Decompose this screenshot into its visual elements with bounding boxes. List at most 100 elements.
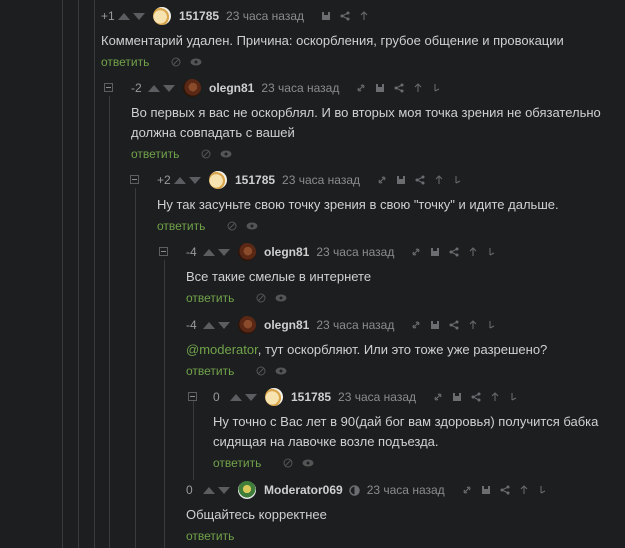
jump-down-icon[interactable] xyxy=(432,83,442,93)
save-icon[interactable] xyxy=(430,247,440,257)
upvote-icon[interactable] xyxy=(230,393,242,401)
reply-button[interactable]: ответить xyxy=(213,456,261,470)
avatar[interactable] xyxy=(238,316,256,334)
link-icon[interactable] xyxy=(462,485,472,495)
save-icon[interactable] xyxy=(452,392,462,402)
jump-down-icon[interactable] xyxy=(487,320,497,330)
avatar[interactable] xyxy=(265,388,283,406)
reply-button[interactable]: ответить xyxy=(186,364,234,378)
jump-down-icon[interactable] xyxy=(453,175,463,185)
avatar[interactable] xyxy=(153,7,171,25)
thread-line xyxy=(62,0,63,548)
reply-button[interactable]: ответить xyxy=(131,147,179,161)
author-name[interactable]: 151785 xyxy=(235,173,275,187)
eye-icon[interactable] xyxy=(190,58,202,66)
hide-icon[interactable] xyxy=(283,458,293,468)
downvote-icon[interactable] xyxy=(163,84,175,92)
jump-up-icon[interactable] xyxy=(490,392,500,402)
downvote-icon[interactable] xyxy=(218,321,230,329)
upvote-icon[interactable] xyxy=(203,248,215,256)
jump-down-icon[interactable] xyxy=(487,247,497,257)
collapse-toggle[interactable] xyxy=(104,83,113,92)
timestamp[interactable]: 23 часа назад xyxy=(316,318,394,332)
comment-text: Все такие смелые в интернете xyxy=(186,269,372,284)
link-icon[interactable] xyxy=(411,247,421,257)
timestamp[interactable]: 23 часа назад xyxy=(338,390,416,404)
eye-icon[interactable] xyxy=(302,459,314,467)
timestamp[interactable]: 23 часа назад xyxy=(316,245,394,259)
moderator-mention-link[interactable]: @moderator xyxy=(186,342,258,357)
author-name[interactable]: olegn81 xyxy=(264,318,309,332)
hide-icon[interactable] xyxy=(256,366,266,376)
upvote-icon[interactable] xyxy=(174,176,186,184)
timestamp[interactable]: 23 часа назад xyxy=(367,483,445,497)
share-icon[interactable] xyxy=(471,392,481,402)
hide-icon[interactable] xyxy=(256,293,266,303)
comment-text: Ну так засуньте свою точку зрения в свою… xyxy=(157,197,559,212)
avatar[interactable] xyxy=(183,79,201,97)
collapse-toggle[interactable] xyxy=(130,175,139,184)
eye-icon[interactable] xyxy=(220,150,232,158)
jump-up-icon[interactable] xyxy=(468,320,478,330)
author-name[interactable]: olegn81 xyxy=(264,245,309,259)
hide-icon[interactable] xyxy=(171,57,181,67)
link-icon[interactable] xyxy=(411,320,421,330)
share-icon[interactable] xyxy=(340,11,350,21)
jump-down-icon[interactable] xyxy=(538,485,548,495)
jump-up-icon[interactable] xyxy=(468,247,478,257)
timestamp[interactable]: 23 часа назад xyxy=(282,173,360,187)
save-icon[interactable] xyxy=(481,485,491,495)
downvote-icon[interactable] xyxy=(218,248,230,256)
reply-button[interactable]: ответить xyxy=(157,219,205,233)
downvote-icon[interactable] xyxy=(189,176,201,184)
share-icon[interactable] xyxy=(500,485,510,495)
rating: +1 xyxy=(101,9,115,23)
upvote-icon[interactable] xyxy=(148,84,160,92)
eye-icon[interactable] xyxy=(246,222,258,230)
avatar[interactable] xyxy=(238,243,256,261)
collapse-toggle[interactable] xyxy=(159,247,168,256)
jump-up-icon[interactable] xyxy=(434,175,444,185)
link-icon[interactable] xyxy=(433,392,443,402)
author-name[interactable]: 151785 xyxy=(291,390,331,404)
avatar[interactable] xyxy=(238,481,256,499)
save-icon[interactable] xyxy=(375,83,385,93)
avatar[interactable] xyxy=(209,171,227,189)
author-name[interactable]: 151785 xyxy=(179,9,219,23)
jump-down-icon[interactable] xyxy=(509,392,519,402)
upvote-icon[interactable] xyxy=(118,12,130,20)
link-icon[interactable] xyxy=(356,83,366,93)
reply-button[interactable]: ответить xyxy=(186,529,234,543)
reply-button[interactable]: ответить xyxy=(186,291,234,305)
jump-up-icon[interactable] xyxy=(413,83,423,93)
rating: -4 xyxy=(186,318,197,332)
downvote-icon[interactable] xyxy=(218,486,230,494)
save-icon[interactable] xyxy=(321,11,331,21)
share-icon[interactable] xyxy=(449,320,459,330)
comment-text: Комментарий удален. Причина: оскорбления… xyxy=(101,33,564,48)
jump-up-icon[interactable] xyxy=(519,485,529,495)
timestamp[interactable]: 23 часа назад xyxy=(226,9,304,23)
thread-line xyxy=(94,0,95,548)
reply-button[interactable]: ответить xyxy=(101,55,149,69)
author-name[interactable]: Moderator069 xyxy=(264,483,343,497)
upvote-icon[interactable] xyxy=(203,321,215,329)
author-name[interactable]: olegn81 xyxy=(209,81,254,95)
eye-icon[interactable] xyxy=(275,294,287,302)
share-icon[interactable] xyxy=(415,175,425,185)
timestamp[interactable]: 23 часа назад xyxy=(261,81,339,95)
save-icon[interactable] xyxy=(430,320,440,330)
share-icon[interactable] xyxy=(449,247,459,257)
save-icon[interactable] xyxy=(396,175,406,185)
jump-up-icon[interactable] xyxy=(359,11,369,21)
link-icon[interactable] xyxy=(377,175,387,185)
hide-icon[interactable] xyxy=(201,149,211,159)
collapse-toggle[interactable] xyxy=(188,392,197,401)
share-icon[interactable] xyxy=(394,83,404,93)
eye-icon[interactable] xyxy=(275,367,287,375)
comment-text: Ну точно с Вас лет в 90(дай бог вам здор… xyxy=(213,414,599,449)
downvote-icon[interactable] xyxy=(133,12,145,20)
upvote-icon[interactable] xyxy=(203,486,215,494)
downvote-icon[interactable] xyxy=(245,393,257,401)
hide-icon[interactable] xyxy=(227,221,237,231)
